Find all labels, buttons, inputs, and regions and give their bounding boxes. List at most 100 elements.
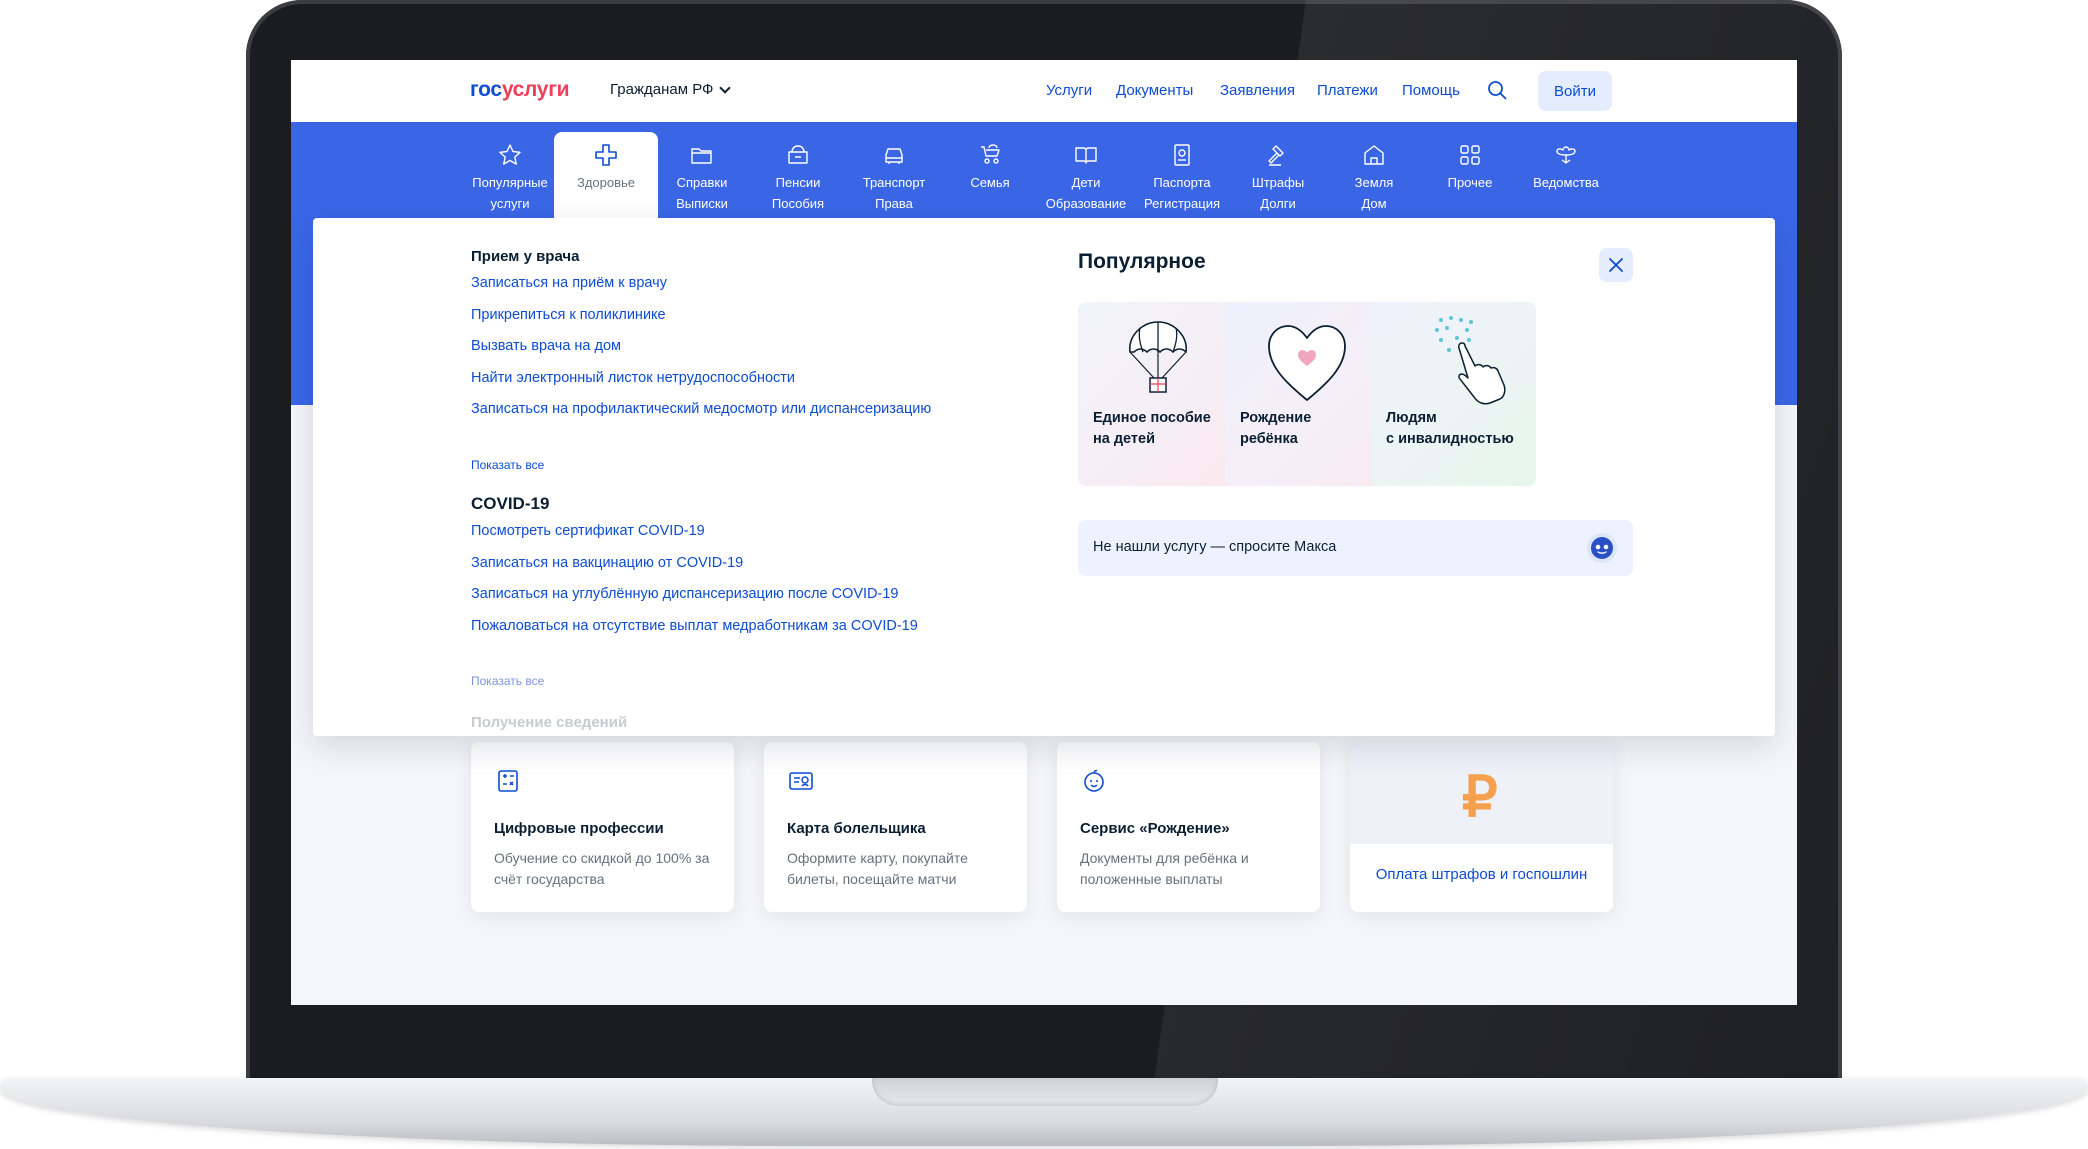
tab-sublabel: услуги bbox=[490, 196, 530, 211]
card-digital-professions[interactable]: Цифровые профессии Обучение со скидкой д… bbox=[471, 742, 734, 912]
tab-label: Справки bbox=[676, 175, 728, 190]
show-all-covid[interactable]: Показать все bbox=[471, 674, 544, 688]
tab-sublabel: Выписки bbox=[676, 196, 728, 211]
tab-label: Паспорта bbox=[1153, 175, 1211, 190]
popular-card-label: Людям с инвалидностью bbox=[1386, 410, 1514, 447]
card-description: Документы для ребёнка и положенные выпла… bbox=[1080, 850, 1249, 887]
link-covid-certificate[interactable]: Посмотреть сертификат COVID-19 bbox=[471, 516, 918, 548]
nav-help[interactable]: Помощь bbox=[1402, 82, 1460, 99]
logo-part-uslugi: услуги bbox=[501, 78, 570, 101]
card-payments[interactable]: ₽ Оплата штрафов и госпошлин bbox=[1350, 742, 1613, 912]
health-dropdown: Прием у врача Записаться на приём к врач… bbox=[313, 218, 1775, 736]
popular-card-birth[interactable]: Рождение ребёнка bbox=[1225, 302, 1390, 486]
nav-services[interactable]: Услуги bbox=[1046, 82, 1092, 99]
link-covid-complaint[interactable]: Пожаловаться на отсутствие выплат медраб… bbox=[471, 611, 918, 643]
tab-family[interactable]: Семья bbox=[942, 132, 1038, 220]
link-call-doctor-home[interactable]: Вызвать врача на дом bbox=[471, 331, 931, 363]
card-description: Оформите карту, покупайте билеты, посеща… bbox=[787, 850, 968, 887]
tab-label: Транспорт bbox=[862, 175, 926, 190]
tab-label: Ведомства bbox=[1533, 175, 1599, 190]
folder-icon bbox=[691, 148, 712, 164]
tab-sublabel: Дом bbox=[1361, 196, 1387, 211]
tab-label: Семья bbox=[970, 175, 1010, 190]
chevron-down-icon bbox=[719, 81, 732, 94]
grid-icon bbox=[1460, 145, 1480, 165]
tab-label: Земля bbox=[1354, 175, 1394, 190]
site-header: госуслуги Гражданам РФ Услуги Документы … bbox=[291, 60, 1797, 122]
tab-label: Здоровье bbox=[576, 175, 636, 190]
card-birth-service[interactable]: Сервис «Рождение» Документы для ребёнка … bbox=[1057, 742, 1320, 912]
popular-card-child-benefit[interactable]: Единое пособие на детей bbox=[1078, 302, 1243, 486]
calculator-icon bbox=[498, 770, 518, 792]
tab-children[interactable]: Дети Образование bbox=[1038, 132, 1134, 220]
tab-sublabel: Долги bbox=[1260, 196, 1296, 211]
ask-max-bar[interactable]: Не нашли услугу — спросите Макса bbox=[1078, 520, 1633, 576]
show-all-doctor[interactable]: Показать все bbox=[471, 458, 544, 472]
tab-label: Штрафы bbox=[1251, 175, 1305, 190]
tab-transport[interactable]: Транспорт Права bbox=[846, 132, 942, 220]
card-title: Цифровые профессии bbox=[494, 820, 664, 837]
login-button[interactable]: Войти bbox=[1538, 71, 1612, 111]
link-covid-vaccination[interactable]: Записаться на вакцинацию от COVID-19 bbox=[471, 548, 918, 580]
baby-face-icon bbox=[1084, 769, 1104, 792]
passport-icon bbox=[1174, 144, 1190, 166]
stroller-icon bbox=[981, 144, 1000, 164]
tab-pensions[interactable]: Пенсии Пособия bbox=[750, 132, 846, 220]
screen: госуслуги Гражданам РФ Услуги Документы … bbox=[291, 60, 1797, 1005]
tab-sublabel: Права bbox=[875, 196, 913, 211]
close-button[interactable] bbox=[1599, 248, 1633, 282]
card-title: Сервис «Рождение» bbox=[1080, 820, 1230, 837]
search-icon[interactable] bbox=[1487, 80, 1507, 100]
nav-applications[interactable]: Заявления bbox=[1220, 82, 1295, 99]
card-fan-id[interactable]: Карта болельщика Оформите карту, покупай… bbox=[764, 742, 1027, 912]
nav-documents[interactable]: Документы bbox=[1116, 82, 1193, 99]
card-title: Карта болельщика bbox=[787, 820, 926, 837]
star-icon bbox=[499, 144, 521, 165]
logo-part-gos: гос bbox=[470, 78, 502, 101]
section-title-info: Получение сведений bbox=[471, 714, 628, 731]
laptop-notch bbox=[872, 1078, 1218, 1106]
link-sick-leave[interactable]: Найти электронный листок нетрудоспособно… bbox=[471, 363, 931, 395]
tab-label: Прочее bbox=[1447, 175, 1493, 190]
popular-card-label: Единое пособие на детей bbox=[1093, 410, 1211, 447]
service-cards: Цифровые профессии Обучение со скидкой д… bbox=[471, 742, 1613, 912]
tab-popular[interactable]: Популярные услуги bbox=[462, 132, 558, 220]
wallet-icon bbox=[788, 145, 808, 164]
link-attach-clinic[interactable]: Прикрепиться к поликлинике bbox=[471, 300, 931, 332]
nav-payments[interactable]: Платежи bbox=[1317, 82, 1378, 99]
emblem-icon bbox=[1556, 146, 1576, 164]
ruble-icon: ₽ bbox=[1462, 765, 1498, 828]
category-tabs: Популярные услуги Здоровье Справки Выпис… bbox=[462, 132, 1614, 220]
popular-card-label: Рождение ребёнка bbox=[1240, 410, 1312, 447]
close-icon bbox=[1609, 258, 1623, 272]
house-icon bbox=[1364, 145, 1384, 165]
tab-land[interactable]: Земля Дом bbox=[1326, 132, 1422, 220]
tab-health[interactable]: Здоровье bbox=[554, 132, 658, 220]
tab-other[interactable]: Прочее bbox=[1422, 132, 1518, 220]
tab-sublabel: Регистрация bbox=[1144, 196, 1220, 211]
covid-links: Посмотреть сертификат COVID-19 Записатьс… bbox=[471, 516, 918, 642]
card-description: Обучение со скидкой до 100% за счёт госу… bbox=[494, 850, 710, 887]
section-title-covid: COVID-19 bbox=[471, 494, 550, 513]
link-covid-checkup[interactable]: Записаться на углублённую диспансеризаци… bbox=[471, 579, 918, 611]
region-label: Гражданам РФ bbox=[610, 81, 714, 98]
fan-card-icon bbox=[789, 772, 813, 790]
car-icon bbox=[885, 148, 903, 164]
tab-passports[interactable]: Паспорта Регистрация bbox=[1134, 132, 1230, 220]
tab-fines[interactable]: Штрафы Долги bbox=[1230, 132, 1326, 220]
tab-label: Пенсии bbox=[775, 175, 821, 190]
robot-assistant-icon bbox=[1587, 533, 1617, 563]
link-medical-checkup[interactable]: Записаться на профилактический медосмотр… bbox=[471, 394, 931, 426]
popular-title: Популярное bbox=[1078, 250, 1206, 273]
gosuslugi-logo[interactable]: госуслуги bbox=[470, 78, 570, 102]
medical-cross-icon bbox=[595, 144, 617, 166]
tab-certificates[interactable]: Справки Выписки bbox=[654, 132, 750, 220]
region-selector[interactable]: Гражданам РФ bbox=[610, 81, 732, 98]
popular-card-disability[interactable]: Людям с инвалидностью bbox=[1371, 302, 1536, 486]
tab-agencies[interactable]: Ведомства bbox=[1518, 132, 1614, 220]
section-title-doctor: Прием у врача bbox=[471, 248, 580, 265]
tab-sublabel: Пособия bbox=[771, 196, 825, 211]
payments-link[interactable]: Оплата штрафов и госпошлин bbox=[1350, 866, 1613, 883]
link-doctor-appointment[interactable]: Записаться на приём к врачу bbox=[471, 268, 931, 300]
braille-hand-icon bbox=[1435, 316, 1506, 405]
